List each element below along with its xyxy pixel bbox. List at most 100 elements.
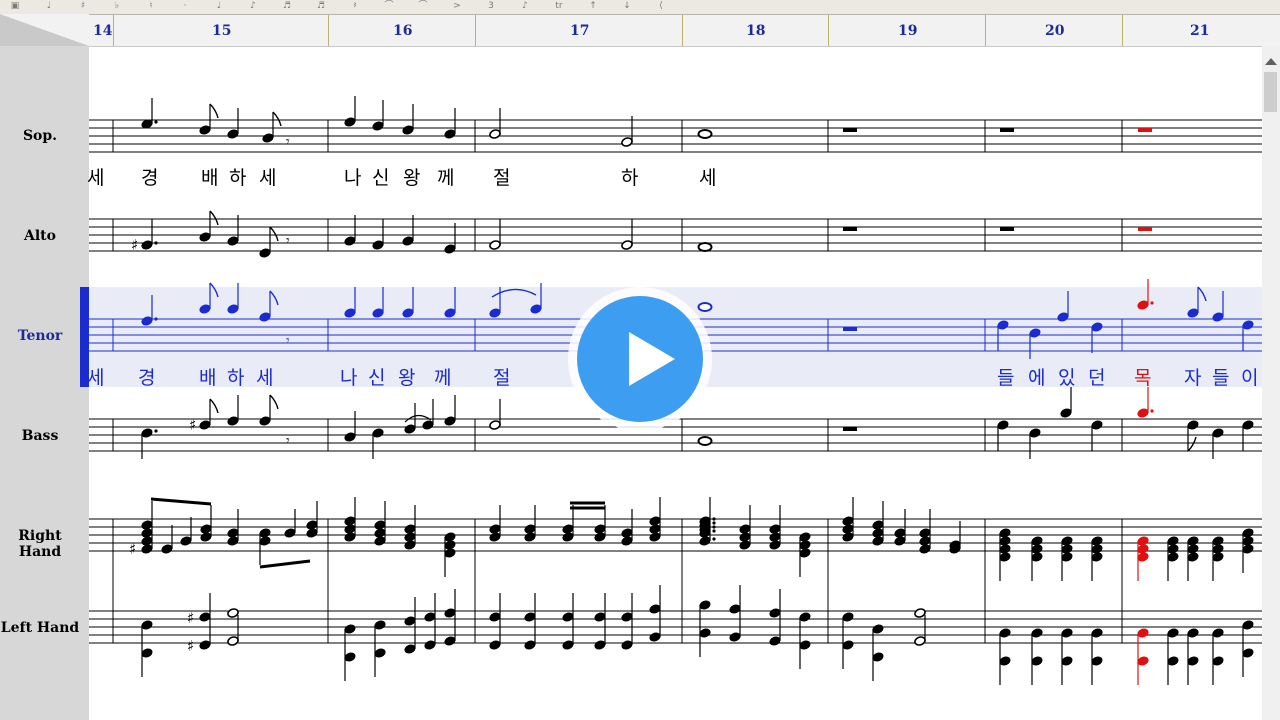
note-head <box>1029 428 1041 438</box>
note-flag <box>272 111 282 127</box>
note-head <box>1031 656 1043 666</box>
note-head <box>842 640 854 650</box>
note-head <box>594 532 606 542</box>
note-head <box>180 536 192 546</box>
note-head <box>141 620 153 630</box>
lyric-syllable[interactable]: 신 <box>368 363 385 390</box>
note-head <box>524 640 536 650</box>
note-head <box>424 612 436 622</box>
note-head <box>199 612 211 622</box>
whole-rest <box>1138 227 1152 231</box>
lyric-syllable[interactable]: 세 <box>87 163 104 190</box>
measure-number[interactable]: 14 <box>93 23 112 39</box>
note-head <box>649 632 661 642</box>
measure-number[interactable]: 21 <box>1190 23 1209 39</box>
lyric-syllable[interactable]: 세 <box>256 363 273 390</box>
scroll-thumb[interactable] <box>1264 72 1277 112</box>
lyric-syllable[interactable]: 에 <box>1028 363 1045 390</box>
scroll-up-icon[interactable] <box>1265 58 1277 65</box>
lyric-syllable[interactable]: 배 <box>199 363 216 390</box>
lyric-syllable[interactable]: 께 <box>437 163 454 190</box>
note-head <box>1061 656 1073 666</box>
lyric-syllable[interactable]: 경 <box>141 163 158 190</box>
note-head <box>769 540 781 550</box>
sharp-icon: ♯ <box>187 637 194 655</box>
lyric-syllable[interactable]: 배 <box>201 163 218 190</box>
note-head <box>1057 312 1069 322</box>
note-head <box>1187 552 1199 562</box>
ruler-barline <box>328 15 329 46</box>
lyric-syllable[interactable]: 세 <box>699 163 716 190</box>
note-flag <box>269 394 279 410</box>
lyric-syllable[interactable]: 신 <box>372 163 389 190</box>
note-head <box>141 240 153 250</box>
measure-number[interactable]: 16 <box>393 23 412 39</box>
lyric-syllable[interactable]: 하 <box>229 163 246 190</box>
lyric-syllable[interactable]: 나 <box>340 363 357 390</box>
eighth-rest: 𝄾 <box>286 433 290 449</box>
note-head <box>444 608 456 618</box>
lyric-syllable[interactable]: 께 <box>434 363 451 390</box>
lyric-syllable[interactable]: 하 <box>621 163 638 190</box>
note-head <box>530 304 542 314</box>
lyric-syllable[interactable]: 목 <box>1134 363 1151 390</box>
note-head <box>699 628 711 638</box>
note-head <box>199 640 211 650</box>
note-head <box>199 420 211 430</box>
lyric-syllable[interactable]: 세 <box>259 163 276 190</box>
note-flag <box>209 282 219 298</box>
measure-number[interactable]: 17 <box>570 23 589 39</box>
lyric-syllable[interactable]: 있 <box>1058 363 1075 390</box>
play-button[interactable] <box>568 287 712 431</box>
note-flag <box>209 210 219 226</box>
note-head <box>444 636 456 646</box>
play-button-circle[interactable] <box>577 296 703 422</box>
sharp-icon: ♯ <box>129 540 136 558</box>
lyric-syllable[interactable]: 이 <box>1241 363 1258 390</box>
lyric-syllable[interactable]: 하 <box>227 363 244 390</box>
note-head <box>227 304 239 314</box>
note-head <box>872 624 884 634</box>
measure-number[interactable]: 19 <box>898 23 917 39</box>
note-flag <box>269 226 279 242</box>
dot <box>712 517 716 521</box>
note-head <box>161 544 173 554</box>
lyric-syllable[interactable]: 왕 <box>403 163 420 190</box>
lyric-syllable[interactable]: 나 <box>344 163 361 190</box>
dot <box>712 529 716 533</box>
lyric-syllable[interactable]: 자 <box>1184 363 1201 390</box>
note-head <box>141 648 153 658</box>
lyric-syllable[interactable]: 세 <box>87 363 104 390</box>
note-head <box>344 532 356 542</box>
lyric-syllable[interactable]: 절 <box>493 363 510 390</box>
ruler-barline <box>985 15 986 46</box>
lyric-syllable[interactable]: 던 <box>1088 363 1105 390</box>
lyric-syllable[interactable]: 들 <box>1212 363 1229 390</box>
dot <box>1150 409 1154 413</box>
note-head <box>894 536 906 546</box>
note-head <box>199 125 211 135</box>
note-head <box>562 532 574 542</box>
half-note-head <box>489 240 501 250</box>
note-head <box>1242 648 1254 658</box>
lyric-syllable[interactable]: 절 <box>493 163 510 190</box>
note-head <box>594 640 606 650</box>
note-head <box>1137 552 1149 562</box>
dot <box>712 521 716 525</box>
note-head <box>1242 420 1254 430</box>
note-head <box>1091 628 1103 638</box>
note-head <box>999 656 1011 666</box>
lyric-syllable[interactable]: 왕 <box>398 363 415 390</box>
note-head <box>404 616 416 626</box>
note-head <box>1187 656 1199 666</box>
measure-number[interactable]: 20 <box>1045 23 1064 39</box>
eighth-rest: 𝄾 <box>286 134 290 150</box>
note-head <box>141 316 153 326</box>
lyric-syllable[interactable]: 들 <box>997 363 1014 390</box>
measure-number[interactable]: 15 <box>212 23 231 39</box>
note-head <box>259 312 271 322</box>
measure-number[interactable]: 18 <box>746 23 765 39</box>
note-head <box>1060 408 1072 418</box>
vertical-scrollbar[interactable] <box>1262 46 1280 720</box>
lyric-syllable[interactable]: 경 <box>138 363 155 390</box>
